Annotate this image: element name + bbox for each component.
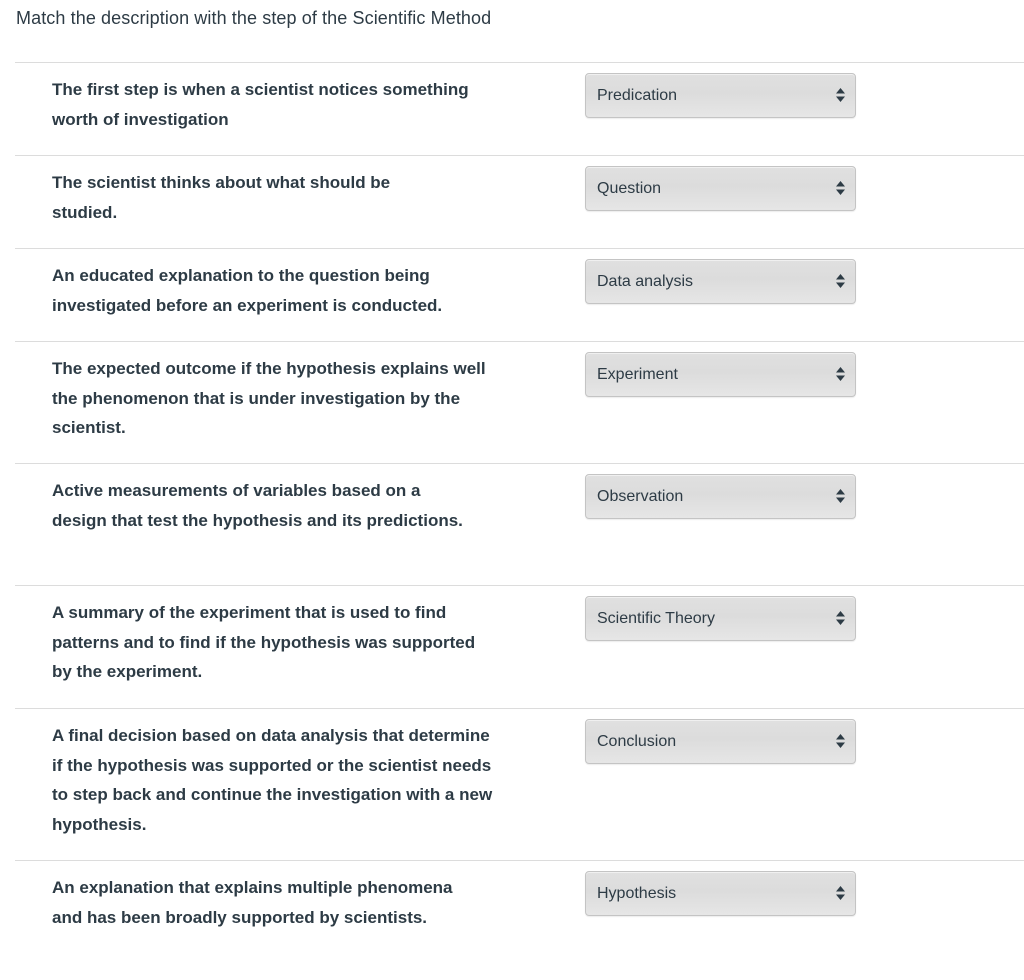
match-description: The first step is when a scientist notic…: [52, 80, 469, 129]
match-row: The first step is when a scientist notic…: [15, 62, 1024, 155]
select-value: Observation: [597, 488, 684, 505]
match-description: A summary of the experiment that is used…: [52, 603, 476, 681]
up-down-arrows-icon: [836, 886, 845, 900]
answer-select[interactable]: Conclusion: [585, 719, 856, 764]
up-down-arrows-icon: [836, 367, 845, 381]
match-row: The scientist thinks about what should b…: [15, 155, 1024, 248]
answer-select[interactable]: Scientific Theory: [585, 596, 856, 641]
answer-select[interactable]: Data analysis: [585, 259, 856, 304]
up-down-arrows-icon: [836, 611, 845, 625]
select-value: Data analysis: [597, 273, 694, 290]
question-title: Match the description with the step of t…: [16, 8, 492, 28]
select-value: Experiment: [597, 366, 678, 383]
match-row: A summary of the experiment that is used…: [15, 585, 1024, 708]
up-down-arrows-icon: [836, 274, 845, 288]
select-value: Predication: [597, 87, 678, 104]
up-down-arrows-icon: [836, 734, 845, 748]
match-description: The scientist thinks about what should b…: [52, 173, 391, 222]
match-row: An explanation that explains multiple ph…: [15, 860, 1024, 980]
select-value: Hypothesis: [597, 885, 677, 902]
up-down-arrows-icon: [836, 88, 845, 102]
select-value: Conclusion: [597, 733, 677, 750]
match-description: An educated explanation to the question …: [52, 266, 443, 315]
answer-select[interactable]: Observation: [585, 474, 856, 519]
up-down-arrows-icon: [836, 489, 845, 503]
answer-select[interactable]: Question: [585, 166, 856, 211]
match-list: The first step is when a scientist notic…: [15, 62, 1024, 980]
match-row: An educated explanation to the question …: [15, 248, 1024, 341]
select-value: Scientific Theory: [597, 610, 715, 627]
up-down-arrows-icon: [836, 181, 845, 195]
match-description: The expected outcome if the hypothesis e…: [52, 359, 486, 437]
answer-select[interactable]: Hypothesis: [585, 871, 856, 916]
match-row: The expected outcome if the hypothesis e…: [15, 341, 1024, 463]
match-description: Active measurements of variables based o…: [52, 481, 463, 530]
answer-select[interactable]: Predication: [585, 73, 856, 118]
answer-select[interactable]: Experiment: [585, 352, 856, 397]
select-value: Question: [597, 180, 662, 197]
match-description: An explanation that explains multiple ph…: [52, 878, 453, 927]
match-row: Active measurements of variables based o…: [15, 463, 1024, 585]
match-row: A final decision based on data analysis …: [15, 708, 1024, 860]
match-description: A final decision based on data analysis …: [52, 726, 493, 834]
